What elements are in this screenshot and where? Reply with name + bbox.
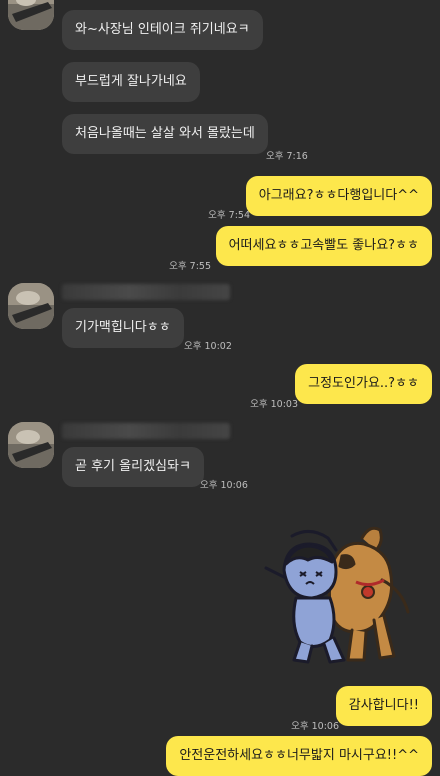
message-time: 오후 10:06 bbox=[291, 721, 339, 732]
sender-avatar[interactable] bbox=[8, 283, 54, 329]
sent-message: 안전운전하세요ㅎㅎ너무밟지 마시구요!!^^ bbox=[166, 736, 432, 776]
message-time: 오후 10:06 bbox=[200, 480, 248, 491]
received-message: 처음나올때는 살살 와서 몰랐는데 bbox=[62, 114, 268, 154]
message-time: 오후 7:55 bbox=[169, 261, 211, 272]
sender-avatar[interactable] bbox=[8, 0, 54, 30]
sent-message: 어떠세요ㅎㅎ고속빨도 좋나요?ㅎㅎ bbox=[215, 226, 432, 266]
sent-message: 그정도인가요..?ㅎㅎ bbox=[295, 364, 432, 404]
received-message: 곧 후기 올리겠심돠ㅋ bbox=[62, 447, 204, 487]
message-time: 오후 10:03 bbox=[250, 399, 298, 410]
sender-name-redacted bbox=[62, 284, 230, 300]
message-time: 오후 7:16 bbox=[266, 151, 308, 162]
sender-name-redacted bbox=[62, 423, 230, 439]
dancing-characters-sticker[interactable] bbox=[252, 520, 432, 670]
received-message: 와~사장님 인테이크 쥐기네요ㅋ bbox=[62, 10, 263, 50]
sent-message: 아그래요?ㅎㅎ다행입니다^^ bbox=[245, 176, 432, 216]
sender-avatar[interactable] bbox=[8, 422, 54, 468]
sent-message: 감사합니다!! bbox=[335, 686, 432, 726]
message-time: 오후 7:54 bbox=[208, 210, 250, 221]
message-time: 오후 10:02 bbox=[184, 341, 232, 352]
received-message: 부드럽게 잘나가네요 bbox=[62, 62, 200, 102]
received-message: 기가맥힙니다ㅎㅎ bbox=[62, 308, 184, 348]
